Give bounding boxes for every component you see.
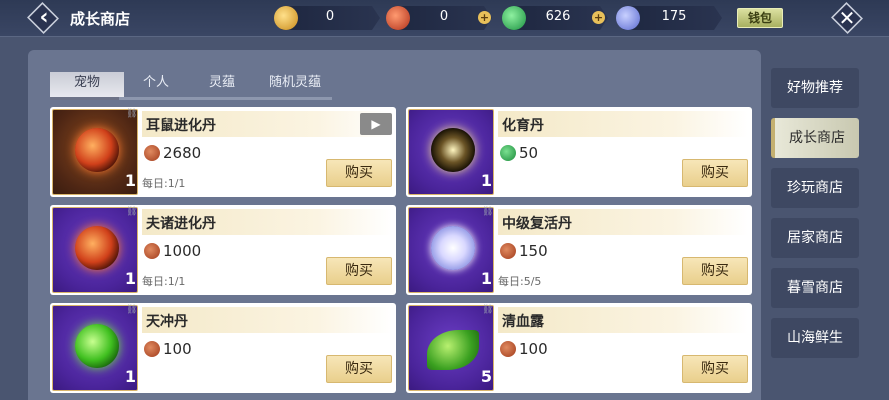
item-price: 150 xyxy=(519,242,548,260)
item-price: 100 xyxy=(163,340,192,358)
item-name: 天冲丹 xyxy=(146,314,188,330)
item-quantity: 1 xyxy=(480,171,492,190)
jade-coin-icon xyxy=(500,145,516,161)
wallet-button[interactable]: 钱包 xyxy=(737,8,783,28)
side-nav-growth-shop[interactable]: 成长商店 xyxy=(771,118,859,158)
tab-random-lingyun[interactable]: 随机灵蕴 xyxy=(258,72,332,100)
chevron-left-icon[interactable]: ‹ xyxy=(35,4,53,32)
add-jade-coin-button[interactable]: + xyxy=(592,11,605,24)
shop-item-card[interactable]: ⛓ 1 耳鼠进化丹 ▶ 2680 每日:1/1 购买 xyxy=(50,107,396,197)
fire-pill-icon xyxy=(75,128,119,172)
red-coin-icon xyxy=(386,6,410,30)
crystal-pill-icon xyxy=(431,226,475,270)
currency-value-crystal: 175 xyxy=(661,9,687,24)
chain-icon: ⛓ xyxy=(126,207,138,217)
shop-item-card[interactable]: ⛓ 1 中级复活丹 150 每日:5/5 购买 xyxy=(406,205,752,295)
item-name: 中级复活丹 xyxy=(502,216,572,232)
item-name: 化育丹 xyxy=(502,118,544,134)
page-title: 成长商店 xyxy=(70,10,131,28)
green-pill-icon xyxy=(75,324,119,368)
shop-item-card[interactable]: ⛓ 5 清血露 100 购买 xyxy=(406,303,752,393)
item-price: 1000 xyxy=(163,242,202,260)
currency-value-gold: 0 xyxy=(325,9,335,24)
jade-coin-icon xyxy=(502,6,526,30)
item-quantity: 1 xyxy=(124,171,136,190)
chain-icon: ⛓ xyxy=(126,109,138,119)
item-price: 50 xyxy=(519,144,539,162)
gold-coin-icon xyxy=(274,6,298,30)
currency-value-jade: 626 xyxy=(545,9,571,24)
buy-button[interactable]: 购买 xyxy=(682,159,748,187)
gold-pill-icon xyxy=(431,128,475,172)
tab-personal[interactable]: 个人 xyxy=(119,72,193,100)
add-red-coin-button[interactable]: + xyxy=(478,11,491,24)
side-nav-shanhai-fresh[interactable]: 山海鲜生 xyxy=(771,318,859,358)
red-coin-icon xyxy=(144,341,160,357)
close-icon[interactable]: ✕ xyxy=(838,5,856,31)
crystal-icon xyxy=(616,6,640,30)
item-quantity: 1 xyxy=(124,269,136,288)
shop-item-card[interactable]: ⛓ 1 天冲丹 100 购买 xyxy=(50,303,396,393)
buy-button[interactable]: 购买 xyxy=(682,257,748,285)
red-coin-icon xyxy=(144,145,160,161)
item-price: 100 xyxy=(519,340,548,358)
fire-pill-icon xyxy=(75,226,119,270)
item-name: 耳鼠进化丹 xyxy=(146,118,216,134)
item-quantity: 1 xyxy=(480,269,492,288)
buy-button[interactable]: 购买 xyxy=(326,355,392,383)
shop-item-card[interactable]: 1 化育丹 50 购买 xyxy=(406,107,752,197)
red-coin-icon xyxy=(500,243,516,259)
item-quantity: 1 xyxy=(124,367,136,386)
daily-limit: 每日:1/1 xyxy=(142,275,186,288)
item-name: 清血露 xyxy=(502,314,544,330)
chain-icon: ⛓ xyxy=(126,305,138,315)
chain-icon: ⛓ xyxy=(482,207,494,217)
side-nav-muxue-shop[interactable]: 暮雪商店 xyxy=(771,268,859,308)
item-name: 夫诸进化丹 xyxy=(146,216,216,232)
daily-limit: 每日:5/5 xyxy=(498,275,542,288)
buy-button[interactable]: 购买 xyxy=(682,355,748,383)
tab-pet[interactable]: 宠物 xyxy=(50,72,124,100)
buy-button[interactable]: 购买 xyxy=(326,257,392,285)
buy-button[interactable]: 购买 xyxy=(326,159,392,187)
daily-limit: 每日:1/1 xyxy=(142,177,186,190)
leaf-icon xyxy=(427,330,479,370)
item-price: 2680 xyxy=(163,144,202,162)
side-nav-home-shop[interactable]: 居家商店 xyxy=(771,218,859,258)
chain-icon: ⛓ xyxy=(482,305,494,315)
video-icon[interactable]: ▶ xyxy=(360,113,392,135)
side-nav-treasure-shop[interactable]: 珍玩商店 xyxy=(771,168,859,208)
tab-lingyun[interactable]: 灵蕴 xyxy=(185,72,259,100)
shop-item-card[interactable]: ⛓ 1 夫诸进化丹 1000 每日:1/1 购买 xyxy=(50,205,396,295)
red-coin-icon xyxy=(144,243,160,259)
item-quantity: 5 xyxy=(480,367,492,386)
currency-value-red: 0 xyxy=(439,9,449,24)
side-nav-recommended[interactable]: 好物推荐 xyxy=(771,68,859,108)
red-coin-icon xyxy=(500,341,516,357)
